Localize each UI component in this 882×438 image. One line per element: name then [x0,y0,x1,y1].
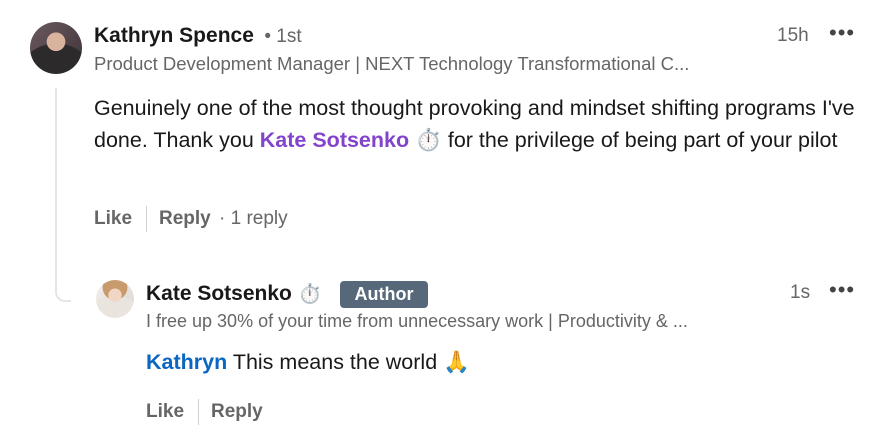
avatar-kathryn-spence[interactable] [30,22,82,74]
avatar-kate-sotsenko[interactable] [96,280,134,318]
reply-author-name[interactable]: Kate Sotsenko [146,282,292,305]
connection-degree: • 1st [264,26,302,47]
comment-author-row: Kathryn Spence • 1st [94,24,302,48]
action-divider [146,206,147,232]
reply-text: This means the world 🙏 [227,350,470,374]
stopwatch-icon: ⏱️ [298,284,322,305]
more-options-icon[interactable]: ••• [829,22,855,44]
stopwatch-icon: ⏱️ [415,128,442,152]
reply-count-link[interactable]: · 1 reply [219,208,288,230]
more-options-icon[interactable]: ••• [829,279,855,301]
mention-kathryn[interactable]: Kathryn [146,350,227,374]
like-button[interactable]: Like [146,401,184,423]
reply-body: Kathryn This means the world 🙏 [146,350,470,375]
comment-body: Genuinely one of the most thought provok… [94,92,874,156]
reply-button[interactable]: Reply [159,208,211,230]
comment-author-headline: Product Development Manager | NEXT Techn… [94,53,690,74]
reply-timestamp: 1s [790,282,811,303]
reply-button[interactable]: Reply [211,401,263,423]
thread-connector-line [55,88,71,302]
comment-text-after: for the privilege of being part of your … [441,128,838,152]
reply-author-row: Kate Sotsenko ⏱️ [146,282,322,306]
action-divider [198,399,199,425]
mention-kate-sotsenko[interactable]: Kate Sotsenko [260,128,409,152]
like-button[interactable]: Like [94,208,132,230]
reply-author-headline: I free up 30% of your time from unnecess… [146,311,688,331]
comment-timestamp: 15h [777,25,809,46]
comment-author-name[interactable]: Kathryn Spence [94,24,254,47]
author-badge: Author [340,281,428,308]
